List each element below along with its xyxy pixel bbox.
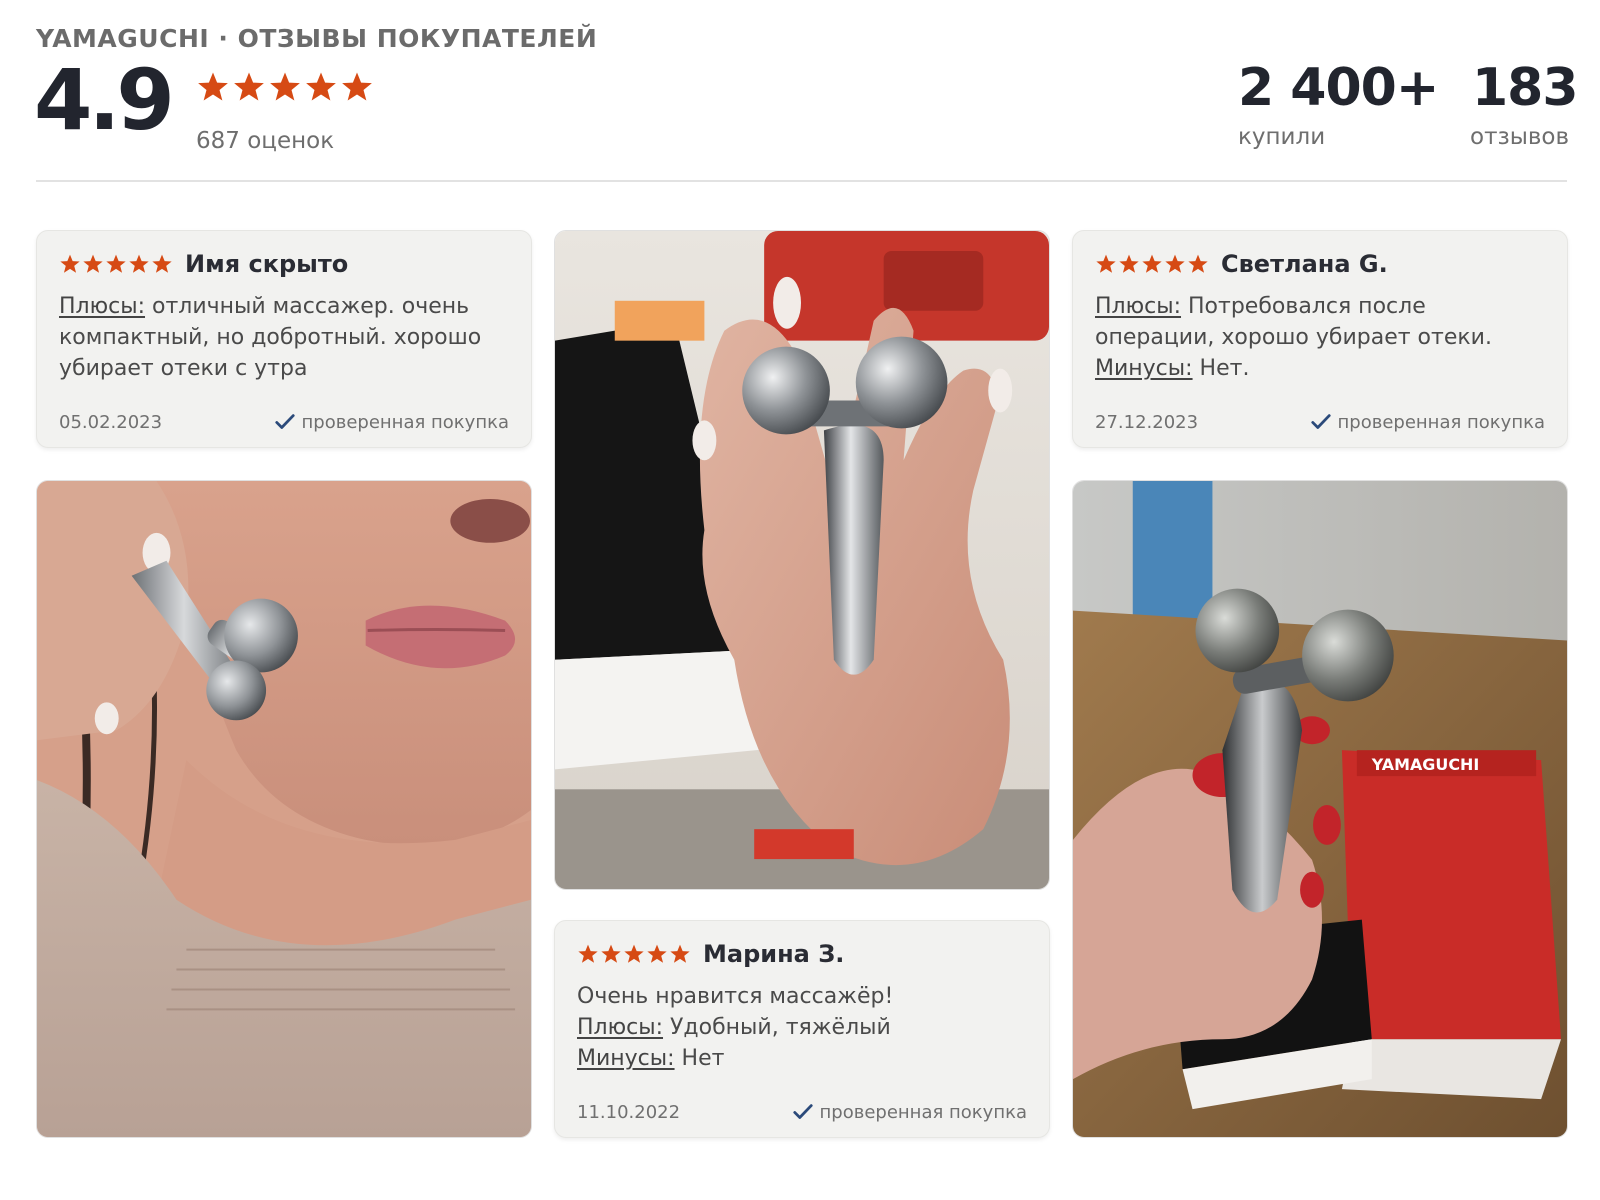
ratings-count: 687 оценок — [196, 128, 335, 154]
pros-label: Плюсы: — [59, 294, 146, 319]
star-icon — [601, 944, 621, 963]
verified-purchase: проверенная покупка — [792, 1101, 1027, 1123]
verified-label: проверенная покупка — [1337, 411, 1545, 433]
star-icon — [152, 254, 172, 273]
star-icon — [647, 944, 667, 963]
bought-stat: 2 400+ купили — [1238, 58, 1439, 150]
star-icon — [624, 944, 644, 963]
star-icon — [106, 254, 126, 273]
verified-label: проверенная покупка — [819, 1101, 1027, 1123]
review-text: Плюсы: Потребовался после операции, хоро… — [1095, 291, 1545, 384]
verified-purchase: проверенная покупка — [1310, 411, 1545, 433]
review-photo-face-massage[interactable] — [36, 480, 532, 1138]
review-header: Марина З. — [577, 937, 1027, 971]
review-photo-roller-box[interactable]: YAMAGUCHI — [1072, 480, 1568, 1138]
cons-text: Нет — [674, 1046, 725, 1071]
reviews-stat: 183 отзывов — [1470, 58, 1579, 150]
review-footer: 27.12.2023 проверенная покупка — [1095, 411, 1545, 433]
review-author: Светлана G. — [1221, 250, 1388, 278]
review-date: 27.12.2023 — [1095, 411, 1199, 433]
star-icon — [1165, 254, 1185, 273]
review-date: 05.02.2023 — [59, 411, 163, 433]
star-icon — [342, 72, 372, 101]
review-stars — [59, 253, 173, 275]
verified-purchase: проверенная покупка — [274, 411, 509, 433]
review-card: Марина З. Очень нравится массажёр! Плюсы… — [554, 920, 1050, 1138]
bought-value: 2 400+ — [1238, 58, 1439, 118]
star-icon — [1188, 254, 1208, 273]
star-icon — [60, 254, 80, 273]
pros-label: Плюсы: — [1095, 294, 1182, 319]
reviews-label: отзывов — [1470, 124, 1570, 150]
cons-text: Нет. — [1192, 356, 1250, 381]
review-card: Имя скрыто Плюсы: отличный массажер. оче… — [36, 230, 532, 448]
review-text: Очень нравится массажёр! Плюсы: Удобный,… — [577, 981, 1027, 1074]
star-icon — [1096, 254, 1116, 273]
review-header: Светлана G. — [1095, 247, 1545, 281]
review-author: Имя скрыто — [185, 250, 349, 278]
review-date: 11.10.2022 — [577, 1101, 681, 1123]
star-icon — [670, 944, 690, 963]
review-photo-hand-roller[interactable] — [554, 230, 1050, 890]
cons-label: Минусы: — [577, 1046, 675, 1071]
review-text: Плюсы: отличный массажер. очень компактн… — [59, 291, 509, 384]
header-divider — [36, 180, 1567, 182]
bought-label: купили — [1238, 124, 1326, 150]
star-icon — [83, 254, 103, 273]
reviews-value: 183 — [1472, 58, 1579, 118]
review-header: Имя скрыто — [59, 247, 509, 281]
review-card: Светлана G. Плюсы: Потребовался после оп… — [1072, 230, 1568, 448]
checkmark-icon — [1310, 414, 1331, 429]
brand-title: YAMAGUCHI · ОТЗЫВЫ ПОКУПАТЕЛЕЙ — [36, 24, 598, 53]
star-icon — [1119, 254, 1139, 273]
verified-label: проверенная покупка — [301, 411, 509, 433]
star-icon — [578, 944, 598, 963]
box-brand-label: YAMAGUCHI — [1371, 755, 1479, 774]
review-intro: Очень нравится массажёр! — [577, 984, 894, 1009]
star-icon — [270, 72, 300, 101]
star-icon — [306, 72, 336, 101]
cons-label: Минусы: — [1095, 356, 1193, 381]
review-author: Марина З. — [703, 940, 845, 968]
review-stars — [577, 943, 691, 965]
review-footer: 11.10.2022 проверенная покупка — [577, 1101, 1027, 1123]
pros-label: Плюсы: — [577, 1015, 664, 1040]
pros-text: Удобный, тяжёлый — [663, 1015, 891, 1040]
star-icon — [198, 72, 228, 101]
review-footer: 05.02.2023 проверенная покупка — [59, 411, 509, 433]
review-stars — [1095, 253, 1209, 275]
average-rating: 4.9 — [34, 51, 175, 149]
star-icon — [1142, 254, 1162, 273]
star-icon — [129, 254, 149, 273]
checkmark-icon — [274, 414, 295, 429]
checkmark-icon — [792, 1104, 813, 1119]
star-icon — [234, 72, 264, 101]
average-rating-stars — [196, 70, 374, 104]
